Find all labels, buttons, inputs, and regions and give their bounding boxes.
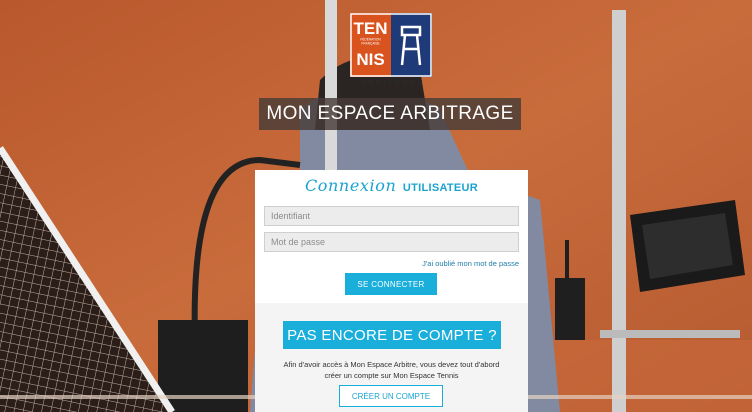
create-account-button[interactable]: CRÉER UN COMPTE	[339, 385, 443, 407]
login-heading: Connexion UTILISATEUR	[255, 176, 528, 196]
username-input[interactable]	[264, 206, 519, 226]
logo-subtitle: ARBITRAGE	[360, 80, 426, 87]
forgot-password-link[interactable]: J'ai oublié mon mot de passe	[422, 259, 519, 268]
logo-line1: TEN	[354, 19, 388, 38]
signup-info-line1: Afin d'avoir accès à Mon Espace Arbitre,…	[283, 360, 500, 369]
password-input[interactable]	[264, 232, 519, 252]
login-heading-caps: UTILISATEUR	[402, 182, 479, 194]
page-title-banner: MON ESPACE ARBITRAGE	[259, 98, 521, 130]
login-card: Connexion UTILISATEUR J'ai oublié mon mo…	[255, 170, 528, 412]
no-account-button[interactable]: PAS ENCORE DE COMPTE ?	[283, 321, 501, 349]
login-page: TEN FÉDÉRATION FRANÇAISE NIS ARBITRAGE M…	[0, 0, 752, 412]
login-heading-script: Connexion	[304, 176, 397, 195]
tennis-federation-logo: TEN FÉDÉRATION FRANÇAISE NIS	[350, 13, 432, 77]
page-title: MON ESPACE ARBITRAGE	[266, 103, 514, 124]
logo-federation-line2: FRANÇAISE	[361, 42, 379, 46]
signup-info-text: Afin d'avoir accès à Mon Espace Arbitre,…	[265, 359, 518, 381]
login-button[interactable]: SE CONNECTER	[345, 273, 437, 295]
logo-line2: NIS	[356, 50, 384, 69]
signup-info-line2: créer un compte sur Mon Espace Tennis	[324, 371, 459, 380]
login-section: Connexion UTILISATEUR J'ai oublié mon mo…	[255, 170, 528, 303]
